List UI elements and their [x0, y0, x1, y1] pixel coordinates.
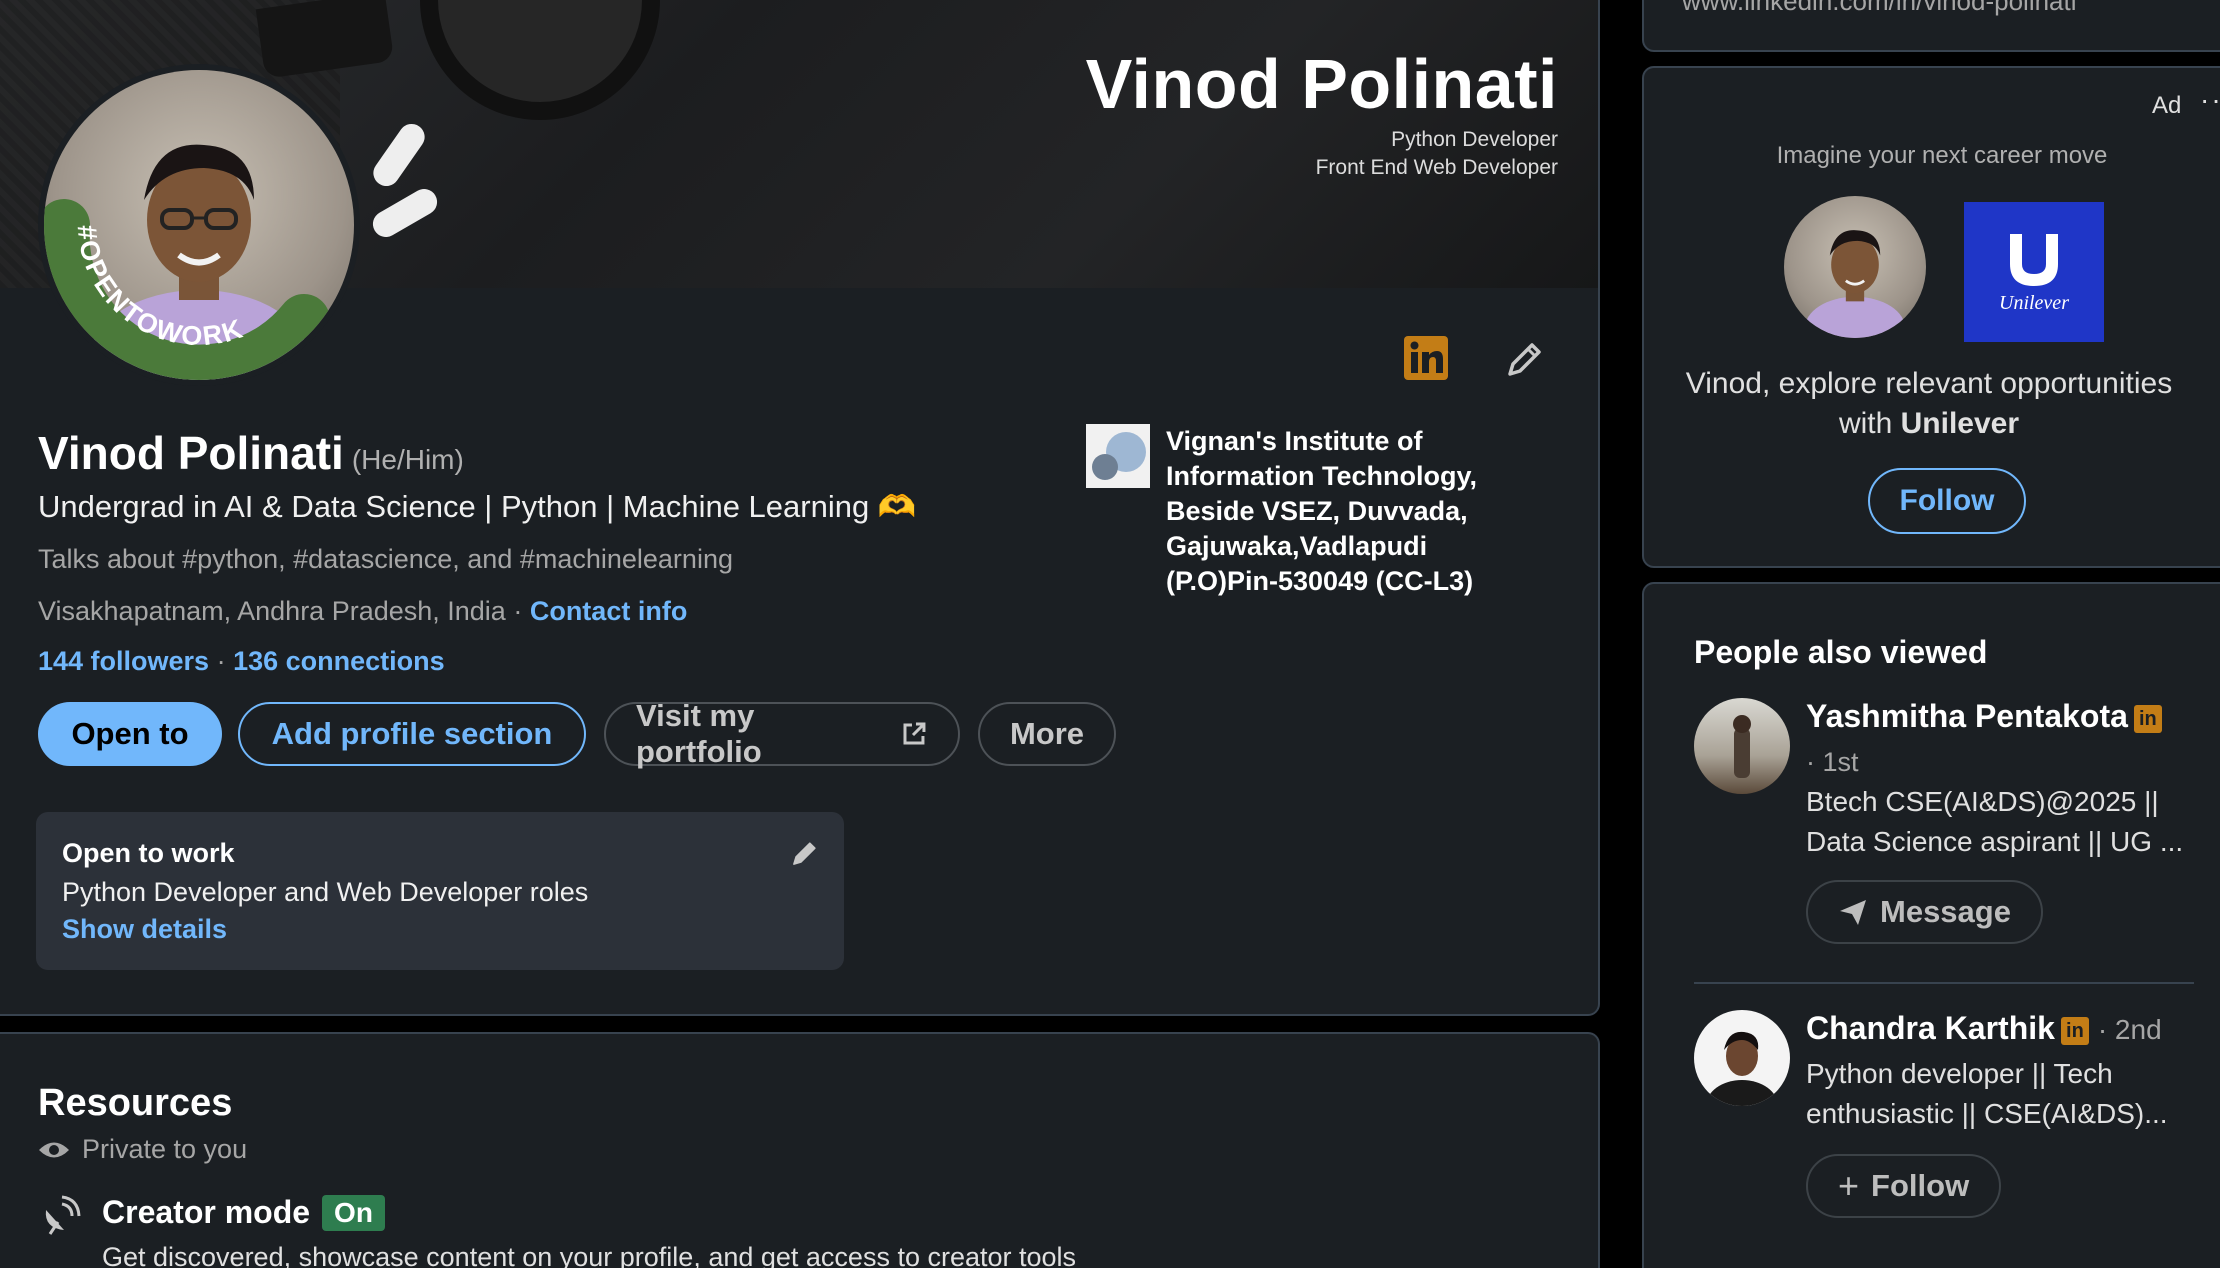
contact-info-link[interactable]: Contact info	[530, 596, 687, 626]
show-details-link[interactable]: Show details	[62, 914, 818, 945]
people-also-viewed-card: People also viewed Yashmitha Pentakota in…	[1642, 582, 2220, 1268]
divider	[1694, 982, 2194, 984]
school-name: Vignan's Institute of Information Techno…	[1166, 426, 1477, 596]
ad-message: Vinod, explore relevant opportunities wi…	[1674, 364, 2184, 444]
linkedin-icon[interactable]	[1404, 336, 1448, 385]
add-profile-section-button[interactable]: Add profile section	[238, 702, 586, 766]
linkedin-badge-icon: in	[2133, 704, 2162, 733]
ad-user-avatar	[1784, 196, 1926, 338]
person-headline: Python developer || Tech enthusiastic ||…	[1806, 1058, 2168, 1129]
person-headline: Btech CSE(AI&DS)@2025 || Data Science as…	[1806, 786, 2184, 857]
banner-name: Vinod Polinati	[1085, 45, 1558, 123]
person-name[interactable]: Yashmitha Pentakota in	[1806, 698, 2162, 735]
profile-avatar[interactable]: #OPENTOWORK	[38, 64, 360, 386]
ad-options-icon[interactable]: ···	[2200, 84, 2220, 116]
followers-link[interactable]: 144 followers	[38, 646, 209, 676]
location-line: Visakhapatnam, Andhra Pradesh, India · C…	[38, 596, 688, 626]
unilever-wordmark: Unilever	[1999, 291, 2069, 314]
person-avatar[interactable]	[1694, 1010, 1790, 1106]
profile-card: Vinod Polinati Python Developer Front En…	[0, 0, 1600, 1016]
ad-card: Ad ··· Imagine your next career move Uni…	[1642, 66, 2220, 568]
people-also-viewed-title: People also viewed	[1694, 634, 1988, 670]
message-button[interactable]: Message	[1806, 880, 2043, 944]
person-degree: · 2nd	[2097, 1014, 2162, 1045]
send-icon	[1840, 900, 1866, 925]
banner-line1: Python Developer	[1391, 128, 1558, 151]
education-link[interactable]: Vignan's Institute of Information Techno…	[1086, 424, 1546, 599]
message-button-label: Message	[1880, 894, 2011, 929]
visit-portfolio-button[interactable]: Visit my portfolio	[604, 698, 960, 769]
plus-icon: +	[1838, 1165, 1860, 1206]
eye-icon	[39, 1142, 69, 1157]
resources-card: Resources Private to you Creator mode On…	[0, 1032, 1600, 1268]
ad-label: Ad	[2152, 92, 2182, 119]
resources-title: Resources	[38, 1082, 233, 1124]
private-to-you-text: Private to you	[82, 1134, 248, 1164]
private-to-you: Private to you	[38, 1134, 247, 1165]
person-name-text: Yashmitha Pentakota	[1806, 698, 2128, 734]
pronouns: (He/Him)	[351, 444, 464, 475]
open-to-work-card: Open to work Python Developer and Web De…	[36, 812, 844, 970]
profile-name-text: Vinod Polinati	[38, 427, 344, 479]
satellite-dish-icon	[40, 1194, 82, 1241]
person-degree: · 1st	[1806, 747, 1859, 777]
school-logo	[1086, 424, 1150, 488]
creator-mode-row[interactable]: Creator mode On	[102, 1194, 385, 1231]
more-button[interactable]: More	[978, 702, 1116, 766]
profile-name: Vinod Polinati (He/Him)	[38, 426, 464, 480]
creator-mode-status-badge: On	[322, 1194, 385, 1231]
banner-line2: Front End Web Developer	[1315, 156, 1558, 179]
linkedin-badge-icon: in	[2060, 1016, 2089, 1045]
unilever-u-icon	[2010, 233, 2058, 286]
external-link-icon	[903, 722, 926, 745]
open-to-work-roles: Python Developer and Web Developer roles	[62, 877, 589, 907]
opentowork-frame: #OPENTOWORK	[44, 199, 330, 380]
open-to-button[interactable]: Open to	[38, 702, 222, 766]
profile-headline: Undergrad in AI & Data Science | Python …	[38, 489, 917, 524]
ad-follow-button[interactable]: Follow	[1868, 468, 2026, 534]
person-avatar[interactable]	[1694, 698, 1790, 794]
network-stats: 144 followers · 136 connections	[38, 646, 445, 676]
follow-button-label: Follow	[1871, 1168, 1970, 1203]
ad-tagline: Imagine your next career move	[1776, 142, 2108, 169]
unilever-logo[interactable]: Unilever	[1964, 202, 2104, 342]
edit-pencil-icon[interactable]	[1502, 338, 1546, 387]
open-to-work-title: Open to work	[62, 838, 235, 868]
creator-mode-description: Get discovered, showcase content on your…	[102, 1242, 1077, 1268]
edit-open-to-work-icon[interactable]	[788, 838, 820, 875]
visit-portfolio-label: Visit my portfolio	[636, 698, 762, 769]
talks-about: Talks about #python, #datascience, and #…	[38, 544, 733, 574]
profile-url-card: www.linkedin.com/in/vinod-polinati	[1642, 0, 2220, 52]
person-name-text: Chandra Karthik	[1806, 1010, 2055, 1046]
creator-mode-label: Creator mode	[102, 1194, 311, 1230]
connections-link[interactable]: 136 connections	[233, 646, 445, 676]
ad-message-brand: Unilever	[1900, 407, 2020, 440]
person-name[interactable]: Chandra Karthik in · 2nd	[1806, 1010, 2162, 1047]
profile-url[interactable]: www.linkedin.com/in/vinod-polinati	[1682, 0, 2077, 17]
follow-button[interactable]: + Follow	[1806, 1154, 2002, 1218]
location-text: Visakhapatnam, Andhra Pradesh, India	[38, 596, 506, 626]
